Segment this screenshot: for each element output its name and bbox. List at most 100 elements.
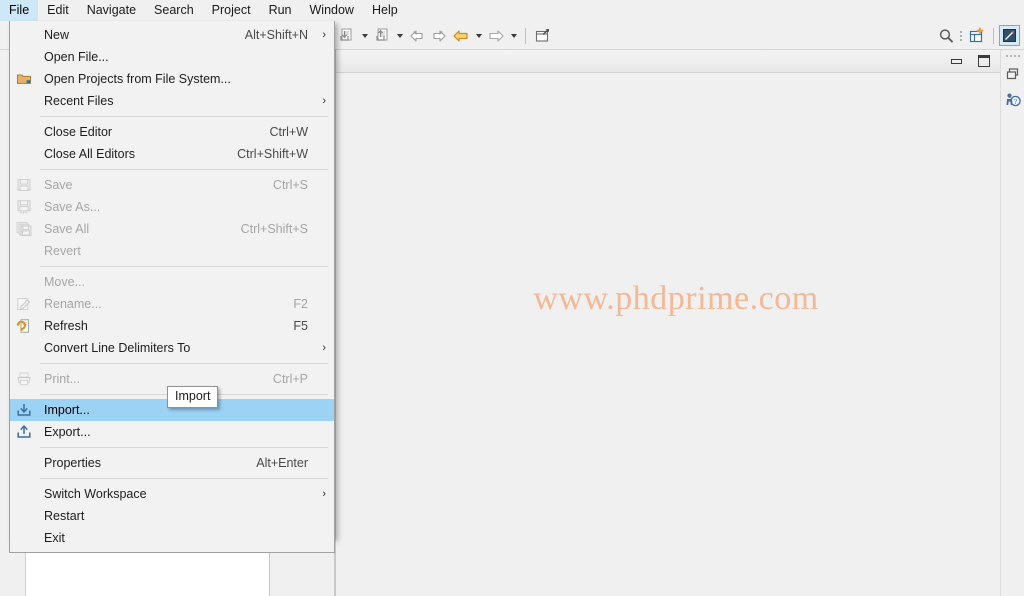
- menu-icon-slot: [10, 452, 37, 474]
- menu-item-label: Rename...: [44, 297, 102, 311]
- toolbar-left-group: [336, 21, 553, 50]
- import-dropdown-arrow[interactable]: [358, 25, 371, 47]
- menu-item-label: Move...: [44, 275, 85, 289]
- menu-icon-slot: [10, 337, 37, 359]
- import-toolbar-icon[interactable]: [336, 25, 358, 47]
- open-perspective-icon[interactable]: [966, 25, 988, 47]
- menubar-item-edit[interactable]: Edit: [38, 0, 78, 21]
- menu-item-open-projects-from-file-system[interactable]: Open Projects from File System...: [10, 68, 334, 90]
- menubar-item-help[interactable]: Help: [363, 0, 407, 21]
- export-icon: [10, 421, 37, 443]
- menu-item-switch-workspace[interactable]: Switch Workspace ›: [10, 483, 334, 505]
- new-window-icon[interactable]: [531, 25, 553, 47]
- folder-icon: [10, 68, 37, 90]
- eclipse-window: File Edit Navigate Search Project Run Window He…: [0, 0, 1024, 596]
- import-icon: [10, 399, 37, 421]
- menu-item-revert: Revert: [10, 240, 334, 262]
- menu-separator: [40, 116, 328, 117]
- menu-separator: [40, 478, 328, 479]
- menu-item-accelerator: Ctrl+Shift+W: [237, 147, 308, 161]
- import-tooltip: Import: [167, 386, 219, 408]
- navigate-back-icon[interactable]: [450, 25, 472, 47]
- menubar-item-file[interactable]: File: [0, 0, 39, 21]
- menu-item-label: Export...: [44, 425, 91, 439]
- menu-item-recent-files[interactable]: Recent Files ›: [10, 90, 334, 112]
- save-icon: [10, 174, 37, 196]
- minimize-icon[interactable]: [948, 53, 964, 69]
- menu-item-export[interactable]: Export...: [10, 421, 334, 443]
- rename-icon: [10, 293, 37, 315]
- navigate-forward-dropdown-arrow[interactable]: [507, 25, 520, 47]
- menu-item-label: Convert Line Delimiters To: [44, 341, 191, 355]
- menu-icon-slot: [10, 271, 37, 293]
- menu-icon-slot: [10, 121, 37, 143]
- menu-item-save-as: Save As...: [10, 196, 334, 218]
- perspective-bar-grip[interactable]: [1005, 55, 1020, 59]
- menu-item-accelerator: Ctrl+W: [269, 125, 308, 139]
- search-icon[interactable]: [935, 25, 957, 47]
- menu-item-close-all-editors[interactable]: Close All Editors Ctrl+Shift+W: [10, 143, 334, 165]
- forward-history-icon[interactable]: [428, 25, 450, 47]
- print-icon: [10, 368, 37, 390]
- menu-item-close-editor[interactable]: Close Editor Ctrl+W: [10, 121, 334, 143]
- menu-item-new[interactable]: New Alt+Shift+N ›: [10, 24, 334, 46]
- menu-icon-slot: [10, 46, 37, 68]
- editor-tab-strip: [336, 50, 1000, 73]
- menu-item-accelerator: F5: [293, 319, 308, 333]
- menu-item-properties[interactable]: Properties Alt+Enter: [10, 452, 334, 474]
- toolbar-separator-right: [993, 27, 994, 44]
- menu-item-accelerator: F2: [293, 297, 308, 311]
- restore-view-icon[interactable]: [1002, 63, 1024, 85]
- menubar-item-project[interactable]: Project: [203, 0, 260, 21]
- menu-item-label: Refresh: [44, 319, 88, 333]
- menu-item-label: Restart: [44, 509, 85, 523]
- menu-item-label: Properties: [44, 456, 101, 470]
- cheat-sheet-icon[interactable]: ?: [1002, 89, 1024, 111]
- menubar-item-window[interactable]: Window: [301, 0, 363, 21]
- menu-item-label: Close Editor: [44, 125, 113, 139]
- menu-item-open-file[interactable]: Open File...: [10, 46, 334, 68]
- menu-item-accelerator: Ctrl+Shift+S: [240, 222, 308, 236]
- menu-item-move: Move...: [10, 271, 334, 293]
- export-toolbar-icon[interactable]: [371, 25, 393, 47]
- menu-item-save: Save Ctrl+S: [10, 174, 334, 196]
- menu-icon-slot: [10, 240, 37, 262]
- menu-item-label: Close All Editors: [44, 147, 136, 161]
- toolbar-separator: [525, 27, 526, 44]
- file-menu-dropdown: New Alt+Shift+N › Open File... Open Projects…: [9, 21, 335, 553]
- menu-item-accelerator: Ctrl+S: [272, 178, 308, 192]
- menu-icon-slot: [10, 143, 37, 165]
- chevron-right-icon: ›: [322, 95, 326, 107]
- menubar-item-navigate[interactable]: Navigate: [78, 0, 145, 21]
- editor-window-buttons: [948, 53, 992, 69]
- menu-item-restart[interactable]: Restart: [10, 505, 334, 527]
- back-history-icon[interactable]: [406, 25, 428, 47]
- menu-item-label: Exit: [44, 531, 65, 545]
- menubar-item-search[interactable]: Search: [145, 0, 203, 21]
- menu-item-exit[interactable]: Exit: [10, 527, 334, 549]
- save-as-icon: [10, 196, 37, 218]
- chevron-right-icon: ›: [322, 29, 326, 41]
- menu-separator: [40, 169, 328, 170]
- menu-item-accelerator: Ctrl+P: [272, 372, 308, 386]
- menu-item-label: Recent Files: [44, 94, 114, 108]
- menu-item-convert-line-delimiters-to[interactable]: Convert Line Delimiters To ›: [10, 337, 334, 359]
- chevron-right-icon: ›: [322, 488, 326, 500]
- refresh-icon: [10, 315, 37, 337]
- menu-item-refresh[interactable]: Refresh F5: [10, 315, 334, 337]
- navigate-back-dropdown-arrow[interactable]: [472, 25, 485, 47]
- menu-icon-slot: [10, 24, 37, 46]
- navigate-forward-icon[interactable]: [485, 25, 507, 47]
- menu-item-label: Save: [44, 178, 73, 192]
- export-dropdown-arrow[interactable]: [393, 25, 406, 47]
- menu-separator: [40, 266, 328, 267]
- toolbar-drag-handle[interactable]: [957, 26, 964, 46]
- maximize-icon[interactable]: [976, 53, 992, 69]
- menu-item-label: New: [44, 28, 70, 42]
- menu-item-label: Print...: [44, 372, 81, 386]
- menubar-item-run[interactable]: Run: [260, 0, 301, 21]
- menu-separator: [40, 363, 328, 364]
- java-perspective-icon[interactable]: [999, 25, 1020, 46]
- menu-item-accelerator: Alt+Shift+N: [244, 28, 308, 42]
- menu-item-label: Switch Workspace: [44, 487, 147, 501]
